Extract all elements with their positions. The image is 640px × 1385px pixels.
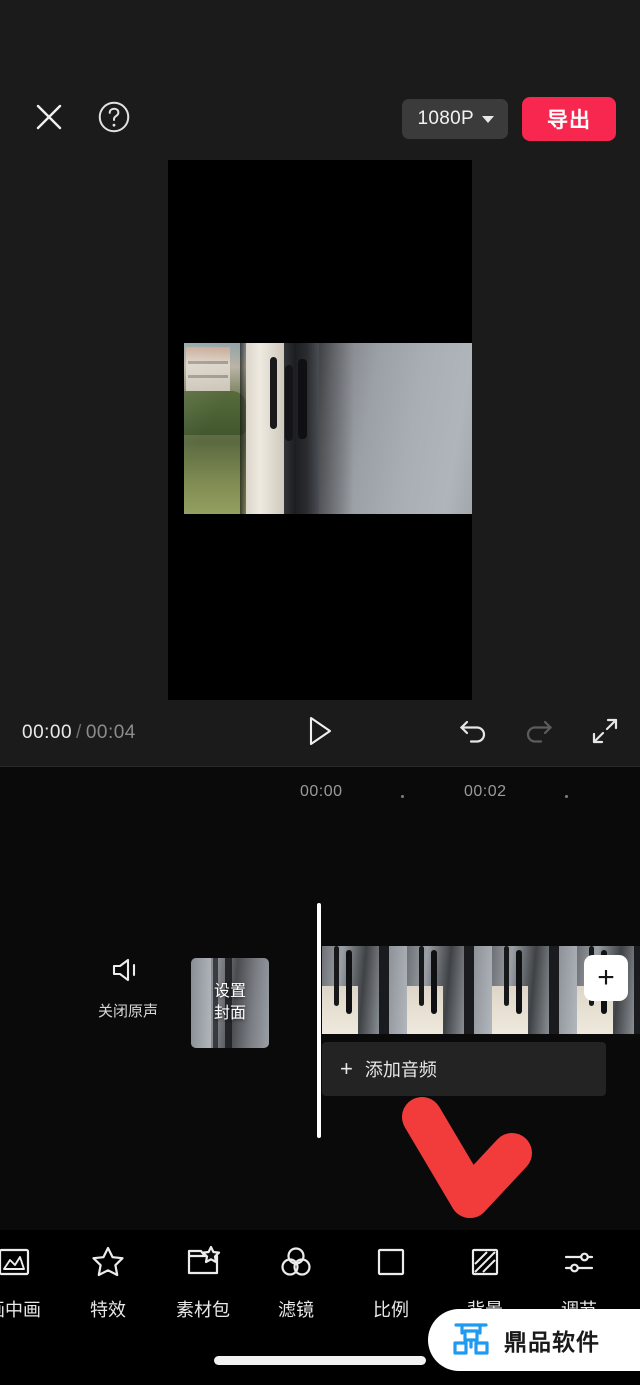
close-icon (33, 101, 65, 138)
background-hatched-icon (463, 1240, 507, 1284)
player-area: 00:00/00:04 (0, 160, 640, 766)
export-label: 导出 (547, 109, 591, 132)
editor-actions (456, 716, 622, 750)
ruler-dot (565, 795, 568, 798)
picture-in-picture-icon (0, 1240, 36, 1284)
mute-original-audio-button[interactable]: 关闭原声 (97, 955, 159, 1021)
watermark-badge: 鼎品软件 (428, 1309, 640, 1371)
timecode-display: 00:00/00:04 (22, 722, 136, 744)
ruler-tick: 00:02 (464, 783, 507, 800)
video-canvas[interactable] (168, 160, 472, 700)
help-button[interactable] (93, 98, 135, 140)
tool-label: 素材包 (176, 1300, 230, 1320)
current-time: 00:00 (22, 722, 73, 743)
clip-frame (407, 946, 492, 1034)
watermark-text: 鼎品软件 (504, 1329, 600, 1355)
ruler-dot (401, 795, 404, 798)
resolution-label: 1080P (417, 108, 474, 129)
playhead[interactable] (317, 903, 321, 1138)
material-package-icon (181, 1240, 225, 1284)
tool-label: 画中画 (0, 1300, 41, 1320)
video-handle (270, 357, 277, 429)
video-handle (298, 359, 307, 439)
tool-label: 滤镜 (278, 1300, 314, 1320)
mute-label: 关闭原声 (97, 1003, 158, 1020)
playback-control-bar: 00:00/00:04 (0, 700, 640, 766)
home-indicator (214, 1356, 426, 1365)
undo-icon (457, 716, 489, 751)
resolution-selector[interactable]: 1080P (401, 99, 508, 139)
dingpin-logo-icon (450, 1317, 492, 1364)
tool-label: 比例 (373, 1300, 409, 1320)
set-cover-button[interactable]: 设置 封面 (191, 958, 269, 1048)
plus-icon: + (597, 961, 615, 994)
ruler-tick: 00:00 (300, 783, 343, 800)
play-icon (305, 715, 335, 752)
fullscreen-icon (590, 716, 620, 751)
play-button[interactable] (297, 710, 343, 756)
video-wall-region (314, 343, 472, 514)
video-frame (184, 343, 472, 514)
tool-picture-in-picture[interactable]: 画中画 (0, 1230, 60, 1340)
add-clip-button[interactable]: + (584, 955, 628, 1001)
clip-frame (322, 946, 407, 1034)
tool-effects[interactable]: 特效 (62, 1230, 154, 1340)
tool-filter[interactable]: 滤镜 (250, 1230, 342, 1340)
clip-frame (492, 946, 577, 1034)
star-sparkle-icon (86, 1240, 130, 1284)
cover-label-line2: 封面 (213, 1005, 246, 1022)
top-bar: 1080P 导出 (0, 0, 640, 160)
question-mark-icon (95, 98, 133, 141)
time-separator: / (76, 722, 82, 743)
video-glass-reflection (184, 343, 246, 514)
video-door-jamb (244, 343, 284, 514)
redo-icon (523, 716, 555, 751)
video-frame-edge (240, 343, 246, 514)
export-button[interactable]: 导出 (522, 97, 616, 141)
tool-aspect-ratio[interactable]: 比例 (345, 1230, 437, 1340)
fullscreen-button[interactable] (588, 716, 622, 750)
close-button[interactable] (28, 98, 70, 140)
timeline-tracks[interactable]: 关闭原声 设置 封面 + + 添加音频 (0, 825, 640, 1230)
tool-material-package[interactable]: 素材包 (157, 1230, 249, 1340)
redo-button[interactable] (522, 716, 556, 750)
aspect-ratio-square-icon (369, 1240, 413, 1284)
speaker-mute-icon (110, 958, 146, 989)
add-audio-label: 添加音频 (364, 1060, 437, 1080)
undo-button[interactable] (456, 716, 490, 750)
chevron-down-icon (482, 115, 494, 123)
adjust-sliders-icon (557, 1240, 601, 1284)
plus-icon: + (340, 1056, 353, 1081)
tool-label: 特效 (90, 1300, 126, 1320)
video-editor-screen: 1080P 导出 00:00 / 00:04 00:00 00:02 关闭原声 … (0, 0, 640, 1385)
cover-label-line1: 设置 (213, 983, 246, 1001)
video-outdoor-region (184, 343, 246, 514)
timeline-ruler: 00:00 00:02 (0, 767, 640, 825)
filter-circles-icon (274, 1240, 318, 1284)
total-time: 00:04 (85, 722, 136, 743)
video-handle (285, 365, 293, 441)
red-arrow-annotation (392, 1095, 542, 1225)
add-audio-button[interactable]: + 添加音频 (322, 1042, 606, 1096)
cover-label-group: 设置 封面 (191, 958, 269, 1048)
timeline-area: 00:00 00:02 关闭原声 设置 封面 + + 添加音频 (0, 767, 640, 1230)
